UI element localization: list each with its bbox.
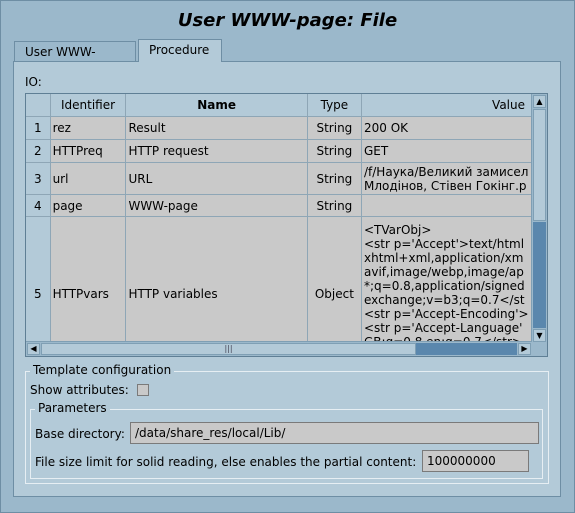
base-dir-field[interactable]: /data/share_res/local/Lib/	[130, 422, 539, 444]
cell-value[interactable]	[361, 194, 532, 217]
tab-user-www-page[interactable]: User WWW-page	[14, 41, 136, 79]
cell-identifier[interactable]: rez	[50, 116, 127, 140]
horizontal-scroll-thumb[interactable]: |||	[41, 343, 416, 355]
window-title: User WWW-page: File	[177, 10, 398, 31]
table-row[interactable]: 2 HTTPreq HTTP request String GET	[26, 139, 532, 163]
cell-value[interactable]: GET	[361, 139, 532, 163]
io-grid: Identifier Name Type Value 1 rez Result …	[26, 94, 532, 343]
cell-value[interactable]: /f/Наука/Великий замисел Млодінов, Стіве…	[361, 162, 532, 195]
size-limit-field[interactable]: 100000000	[422, 450, 529, 472]
table-row[interactable]: 5 HTTPvars HTTP variables Object <TVarOb…	[26, 216, 532, 343]
table-row[interactable]: 4 page WWW-page String	[26, 194, 532, 217]
column-header-type[interactable]: Type	[307, 94, 363, 117]
scroll-right-icon[interactable]: ▶	[518, 343, 531, 355]
parameters-title: Parameters	[35, 401, 110, 415]
cell-name[interactable]: HTTP variables	[125, 216, 308, 343]
show-attributes-checkbox[interactable]	[137, 384, 149, 396]
cell-type[interactable]: String	[307, 162, 363, 195]
size-limit-label: File size limit for solid reading, else …	[35, 455, 417, 469]
scroll-up-icon[interactable]: ▲	[533, 95, 546, 108]
cell-type[interactable]: String	[307, 139, 363, 163]
base-dir-label: Base directory:	[35, 427, 125, 441]
horizontal-scroll-track[interactable]	[416, 343, 517, 355]
row-number[interactable]: 5	[26, 216, 51, 343]
column-header-name[interactable]: Name	[125, 94, 308, 117]
show-attributes-label: Show attributes:	[30, 383, 129, 397]
scroll-down-icon[interactable]: ▼	[533, 329, 546, 342]
table-row[interactable]: 1 rez Result String 200 OK	[26, 116, 532, 140]
scroll-corner	[532, 342, 547, 356]
cell-identifier[interactable]: url	[50, 162, 127, 195]
cell-value[interactable]: 200 OK	[361, 116, 532, 140]
column-header-identifier[interactable]: Identifier	[50, 94, 127, 117]
cell-identifier[interactable]: HTTPvars	[50, 216, 127, 343]
cell-name[interactable]: Result	[125, 116, 308, 140]
column-header-value[interactable]: Value	[361, 94, 532, 117]
vertical-scrollbar[interactable]: ▲ ▼	[531, 94, 547, 343]
cell-name[interactable]: WWW-page	[125, 194, 308, 217]
row-number[interactable]: 4	[26, 194, 51, 217]
cell-type[interactable]: String	[307, 194, 363, 217]
vertical-scroll-track[interactable]	[533, 222, 546, 328]
cell-name[interactable]: URL	[125, 162, 308, 195]
cell-identifier[interactable]: page	[50, 194, 127, 217]
column-header-num[interactable]	[26, 94, 51, 117]
table-row[interactable]: 3 url URL String /f/Наука/Великий замисе…	[26, 162, 532, 195]
vertical-scroll-thumb[interactable]	[533, 109, 546, 221]
cell-type[interactable]: Object	[307, 216, 363, 343]
cell-identifier[interactable]: HTTPreq	[50, 139, 127, 163]
cell-name[interactable]: HTTP request	[125, 139, 308, 163]
table-header-row: Identifier Name Type Value	[26, 94, 532, 117]
template-config-title: Template configuration	[30, 363, 175, 377]
row-number[interactable]: 1	[26, 116, 51, 140]
io-label: IO:	[25, 75, 42, 89]
row-number[interactable]: 3	[26, 162, 51, 195]
row-number[interactable]: 2	[26, 139, 51, 163]
scroll-left-icon[interactable]: ◀	[27, 343, 40, 355]
io-table: Identifier Name Type Value 1 rez Result …	[25, 93, 548, 357]
horizontal-scrollbar[interactable]: ◀ ||| ▶	[26, 341, 532, 356]
tab-procedure[interactable]: Procedure	[138, 39, 222, 62]
cell-value[interactable]: <TVarObj> <str p='Accept'>text/html xhtm…	[361, 216, 532, 343]
cell-type[interactable]: String	[307, 116, 363, 140]
